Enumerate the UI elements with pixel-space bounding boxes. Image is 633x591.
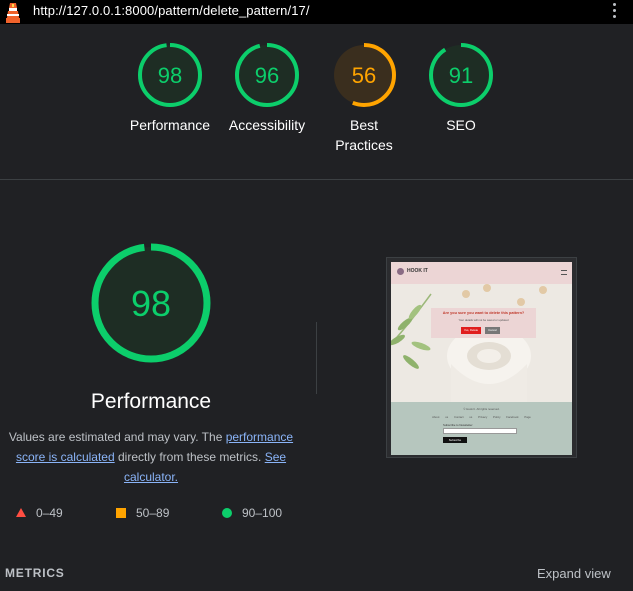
macrame-image [391, 284, 572, 402]
gauge-label: SEO [446, 117, 476, 133]
desc-text: directly from these metrics. [114, 450, 265, 464]
thumb-hero-image: Are you sure you want to delete this pat… [391, 284, 572, 402]
gauge-label: Accessibility [228, 117, 306, 133]
lighthouse-logo-icon [6, 3, 20, 23]
page-screenshot-thumbnail[interactable]: HOOK IT Are you sure you want to delete … [386, 257, 577, 458]
category-gauges: 98 Performance 96 Accessibility 56 Best … [0, 42, 633, 172]
legend-pass: 90–100 [222, 506, 282, 520]
legend-range: 90–100 [242, 506, 283, 520]
gauge-label: Best Practices [335, 117, 393, 153]
section-divider [0, 179, 633, 180]
gauge-score: 96 [255, 63, 279, 88]
gauge-seo[interactable]: 91 SEO [416, 42, 506, 135]
score-legend: 0–49 50–89 90–100 [0, 506, 320, 522]
thumb-footer: © Hook It. All rights reserved. About us… [391, 402, 572, 455]
gauge-performance[interactable]: 98 Performance [125, 42, 215, 135]
gauge-score: 91 [449, 63, 473, 88]
square-icon [116, 508, 126, 518]
thumb-modal-subtext: Your details will not be saved or update… [458, 318, 509, 322]
thumb-subscribe-button: Subscribe [443, 437, 467, 443]
circle-icon [222, 508, 232, 518]
thumb-navbar: HOOK IT [391, 262, 572, 284]
legend-fail: 0–49 [16, 506, 63, 520]
gauge-ring-icon: 98 [138, 43, 202, 107]
gauge-best-practices[interactable]: 56 Best Practices [319, 42, 409, 155]
browser-toolbar: http://127.0.0.1:8000/pattern/delete_pat… [0, 0, 633, 24]
main-title: Performance [90, 390, 212, 413]
legend-range: 0–49 [36, 506, 63, 520]
metrics-heading: METRICS [5, 566, 65, 580]
gauge-label: Performance [129, 117, 211, 133]
gauge-score: 56 [352, 63, 376, 88]
thumb-cancel-button: Cancel [485, 327, 500, 334]
legend-average: 50–89 [116, 506, 169, 520]
thumb-newsletter-label: Subscribe to Newsletter [443, 423, 473, 427]
thumb-yes-delete-button: Yes, Delete [461, 327, 481, 334]
gauge-ring-icon: 56 [332, 43, 396, 107]
expand-view-button[interactable]: Expand view [537, 566, 611, 581]
url-text[interactable]: http://127.0.0.1:8000/pattern/delete_pat… [33, 3, 310, 18]
gauge-ring-icon: 91 [429, 43, 493, 107]
gauge-ring-icon: 96 [235, 43, 299, 107]
score-description: Values are estimated and may vary. The p… [4, 427, 298, 487]
legend-range: 50–89 [136, 506, 170, 520]
thumb-menu-icon [561, 270, 567, 275]
main-score: 98 [131, 283, 171, 324]
thumb-logo-icon [397, 268, 404, 275]
screenshot-content: HOOK IT Are you sure you want to delete … [391, 262, 572, 455]
desc-text: Values are estimated and may vary. The [8, 430, 226, 444]
thumb-brand: HOOK IT [407, 268, 428, 274]
triangle-icon [16, 508, 26, 517]
thumb-modal-question: Are you sure you want to delete this pat… [442, 311, 525, 315]
vertical-divider [316, 322, 317, 394]
thumb-delete-modal: Are you sure you want to delete this pat… [431, 308, 536, 338]
thumb-copyright: © Hook It. All rights reserved. [463, 407, 500, 411]
performance-main-gauge: 98 [91, 243, 211, 363]
gauge-accessibility[interactable]: 96 Accessibility [222, 42, 312, 135]
thumb-footer-links: About us Contact us Privacy Policy Faceb… [432, 415, 531, 419]
gauge-score: 98 [158, 63, 182, 88]
more-options-icon[interactable] [611, 3, 617, 21]
thumb-email-input [443, 428, 517, 434]
